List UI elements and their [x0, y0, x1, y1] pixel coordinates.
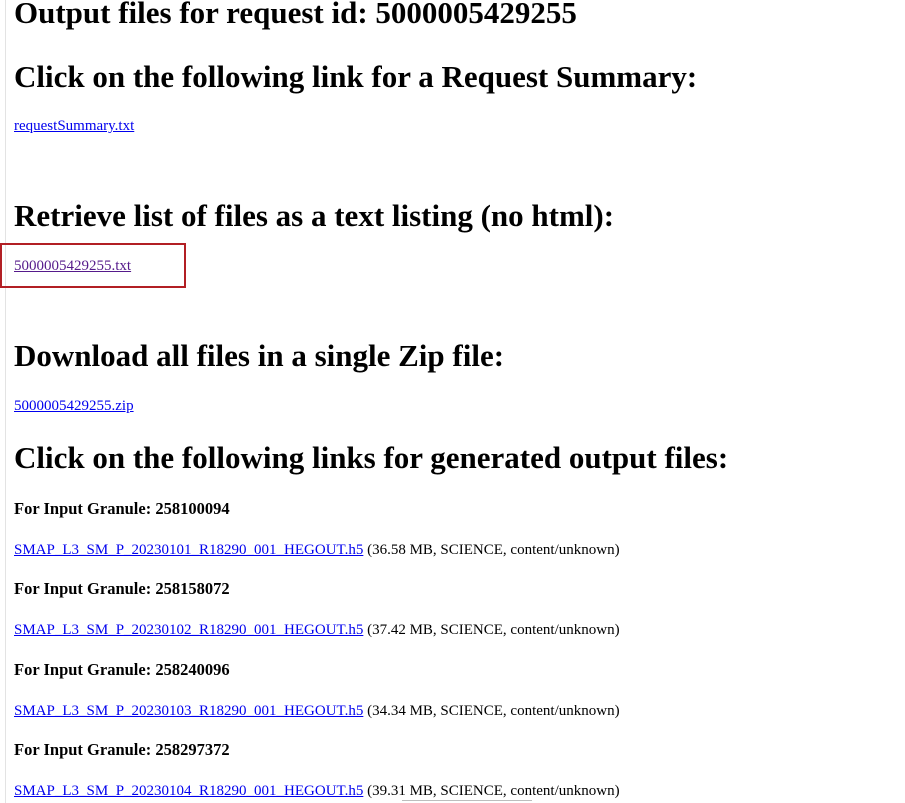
granule-file-link[interactable]: SMAP_L3_SM_P_20230102_R18290_001_HEGOUT.…: [14, 622, 363, 638]
bottom-divider: [402, 800, 532, 801]
granule-heading: For Input Granule: 258297372: [14, 740, 230, 759]
granule-file-line: SMAP_L3_SM_P_20230103_R18290_001_HEGOUT.…: [14, 702, 620, 720]
request-summary-line: requestSummary.txt: [14, 117, 134, 135]
granule-file-meta: (34.34 MB, SCIENCE, content/unknown): [367, 703, 620, 719]
granule-file-line: SMAP_L3_SM_P_20230101_R18290_001_HEGOUT.…: [14, 541, 620, 559]
zip-download-line: 5000005429255.zip: [14, 397, 134, 415]
highlight-annotation-box: [0, 243, 186, 288]
granule-file-link[interactable]: SMAP_L3_SM_P_20230101_R18290_001_HEGOUT.…: [14, 542, 363, 558]
granule-file-link[interactable]: SMAP_L3_SM_P_20230104_R18290_001_HEGOUT.…: [14, 783, 363, 799]
granule-file-link[interactable]: SMAP_L3_SM_P_20230103_R18290_001_HEGOUT.…: [14, 703, 363, 719]
zip-download-link[interactable]: 5000005429255.zip: [14, 398, 134, 414]
request-summary-link[interactable]: requestSummary.txt: [14, 118, 134, 134]
granule-file-line: SMAP_L3_SM_P_20230102_R18290_001_HEGOUT.…: [14, 621, 620, 639]
granule-file-line: SMAP_L3_SM_P_20230104_R18290_001_HEGOUT.…: [14, 782, 620, 800]
granule-heading: For Input Granule: 258100094: [14, 499, 230, 518]
granule-heading: For Input Granule: 258158072: [14, 579, 230, 598]
granule-file-meta: (39.31 MB, SCIENCE, content/unknown): [367, 783, 620, 799]
output-files-page: Output files for request id: 50000054292…: [0, 0, 905, 803]
zip-download-heading: Download all files in a single Zip file:: [14, 338, 505, 373]
granule-file-meta: (37.42 MB, SCIENCE, content/unknown): [367, 622, 620, 638]
text-listing-heading: Retrieve list of files as a text listing…: [14, 198, 615, 233]
granule-heading: For Input Granule: 258240096: [14, 660, 230, 679]
request-summary-heading: Click on the following link for a Reques…: [14, 59, 698, 94]
granule-file-meta: (36.58 MB, SCIENCE, content/unknown): [367, 542, 620, 558]
generated-files-heading: Click on the following links for generat…: [14, 440, 729, 475]
page-title: Output files for request id: 50000054292…: [14, 0, 577, 30]
